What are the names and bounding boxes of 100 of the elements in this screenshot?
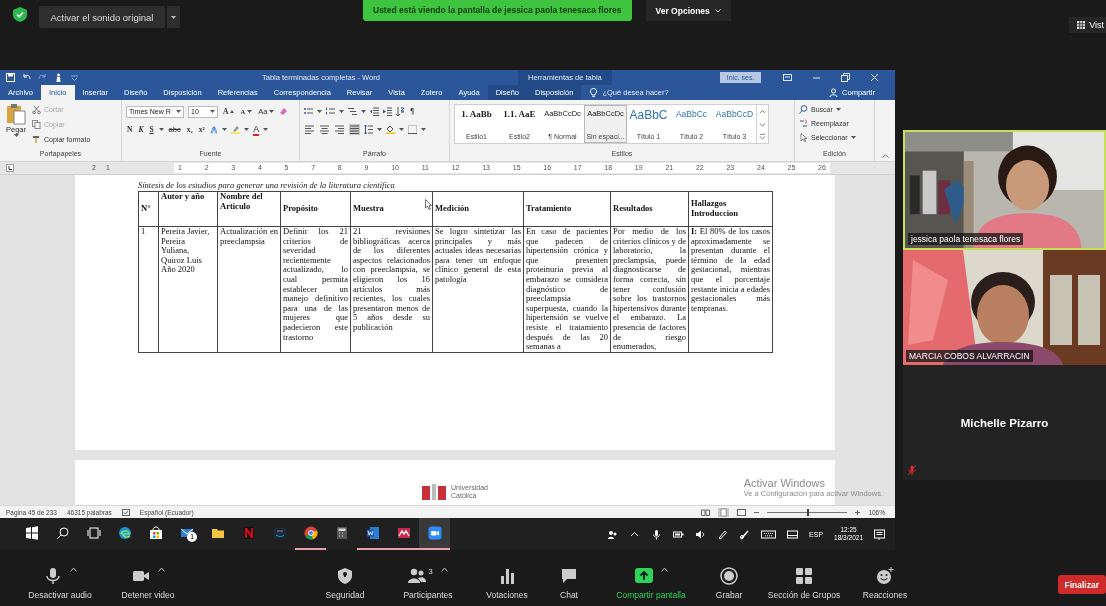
caret-up-icon[interactable] [69, 567, 77, 572]
caret-down-icon[interactable] [222, 128, 228, 131]
zoom-slider-thumb[interactable] [807, 508, 810, 516]
column-header: Nombre del Articulo [217, 191, 281, 227]
lightbulb-icon[interactable] [589, 88, 599, 97]
pen-icon[interactable] [717, 528, 729, 540]
align-left-icon [305, 125, 314, 134]
caret-down-icon[interactable] [247, 110, 253, 113]
speaker-icon[interactable] [695, 528, 707, 540]
caret-up-icon[interactable] [660, 567, 668, 572]
caret-down-icon[interactable] [399, 128, 404, 131]
original-sound-button[interactable]: Activar el sonido original [39, 6, 165, 28]
ribbon-display-icon[interactable] [783, 73, 793, 82]
participant-name: MARCIA COBOS ALVARRACIN [906, 350, 1033, 362]
caret-down-icon[interactable] [361, 110, 366, 113]
customize-icon[interactable] [70, 73, 79, 82]
caret-down-icon[interactable] [263, 128, 269, 131]
search-icon [799, 104, 808, 114]
increase-indent-icon[interactable] [383, 107, 392, 116]
eraser-icon[interactable] [279, 107, 289, 116]
people-icon [408, 567, 427, 585]
calculator-icon [334, 526, 349, 540]
caret-down-icon[interactable] [210, 110, 215, 113]
line-spacing-icon[interactable] [364, 125, 373, 134]
proofing-icon [121, 508, 130, 516]
toolbar-button[interactable]: Seguridad [308, 567, 382, 600]
decrease-indent-icon[interactable] [370, 107, 379, 116]
align-button[interactable] [319, 124, 330, 135]
multilevel-list-icon[interactable] [348, 107, 357, 116]
toolbar-button[interactable]: Detener video [112, 567, 184, 600]
grid-icon [795, 567, 813, 585]
font-color-button[interactable]: A [253, 123, 260, 136]
toolbar-button[interactable]: Sección de Grupos [754, 567, 854, 600]
view-options-button[interactable]: Ver Opciones [645, 0, 731, 21]
caret-down-icon[interactable] [377, 128, 382, 131]
shield-icon [336, 567, 354, 585]
mouse-pointer-icon [425, 199, 432, 210]
bullet-list-icon[interactable] [304, 107, 313, 116]
paint-bucket-icon[interactable] [386, 125, 395, 134]
column-header: Medición [432, 191, 524, 227]
caret-down-icon[interactable] [421, 128, 426, 131]
caret-up-icon[interactable] [440, 567, 448, 572]
end-meeting-button[interactable]: Finalizar [1057, 575, 1106, 594]
dropdown-button[interactable] [167, 6, 180, 28]
undo-icon[interactable] [22, 73, 31, 82]
caret-down-icon[interactable] [835, 107, 841, 111]
column-header: N° [138, 191, 159, 227]
screen-share-banner: Usted está viendo la pantalla de jessica paola tenesaca flores [363, 0, 632, 21]
view-button[interactable]: Vist [1069, 17, 1106, 33]
stylus-icon[interactable] [739, 528, 751, 540]
caret-down-icon[interactable] [317, 110, 322, 113]
save-icon[interactable] [6, 73, 15, 82]
style-preview: 1. AaBb [461, 109, 492, 119]
toolbar-button[interactable]: Desactivar audio [8, 567, 112, 600]
align-button[interactable] [334, 124, 345, 135]
caret-down-icon[interactable] [158, 128, 164, 131]
microphone-icon[interactable] [651, 528, 663, 540]
toolbar-button[interactable]: Votaciones [474, 567, 540, 600]
keyboard-icon[interactable] [761, 528, 777, 540]
restore-icon[interactable] [841, 73, 851, 82]
record-icon [720, 567, 738, 585]
sort-icon[interactable] [396, 107, 405, 116]
toolbar-button[interactable]: Chat [540, 567, 598, 600]
caret-down-icon[interactable] [339, 110, 344, 113]
caret-down-icon[interactable] [269, 110, 275, 113]
activation-title: Activar Windows [743, 477, 827, 489]
borders-icon[interactable] [408, 125, 417, 134]
tablet-icon[interactable] [787, 528, 799, 540]
touch-mode-icon[interactable] [54, 73, 63, 82]
participant-name: jessica paola tenesaca flores [908, 233, 1024, 245]
people-icon[interactable] [607, 528, 619, 540]
caret-down-icon[interactable] [13, 134, 19, 137]
collapse-ribbon-icon[interactable] [881, 154, 889, 158]
read-mode-icon[interactable] [701, 508, 711, 516]
pointer-icon [799, 132, 808, 142]
taskbar-app-button[interactable] [419, 518, 450, 550]
table-caption: Síntesis de los estudios para generar una revisión de la literatura científica [138, 180, 395, 190]
web-layout-icon[interactable] [737, 508, 747, 516]
caret-down-icon[interactable] [850, 135, 856, 139]
caret-up-icon[interactable] [157, 567, 165, 572]
plus-icon[interactable] [855, 509, 861, 515]
toolbar-button[interactable]: Compartir pantalla [598, 567, 704, 600]
close-icon[interactable] [870, 73, 880, 82]
caret-down-icon[interactable] [244, 128, 250, 131]
notifications-icon[interactable] [874, 528, 885, 540]
task-view-icon [86, 526, 101, 540]
toolbar-button[interactable]: Grabar [704, 567, 754, 600]
tab-selector-icon[interactable] [6, 164, 14, 172]
word-app-icon [365, 526, 380, 540]
numbered-list-icon[interactable] [326, 107, 335, 116]
style-preview: AaBbCcD [715, 109, 754, 119]
style-preview: 1.1. AaE [503, 109, 536, 119]
align-button[interactable] [304, 124, 315, 135]
align-button[interactable] [349, 124, 360, 135]
battery-icon[interactable] [673, 528, 685, 540]
caret-down-icon[interactable] [171, 15, 176, 19]
minus-icon[interactable] [754, 509, 760, 515]
toolbar-button[interactable]: Reacciones [854, 567, 916, 600]
caret-down-icon[interactable] [176, 110, 181, 113]
table-cell: 1 [138, 226, 159, 353]
